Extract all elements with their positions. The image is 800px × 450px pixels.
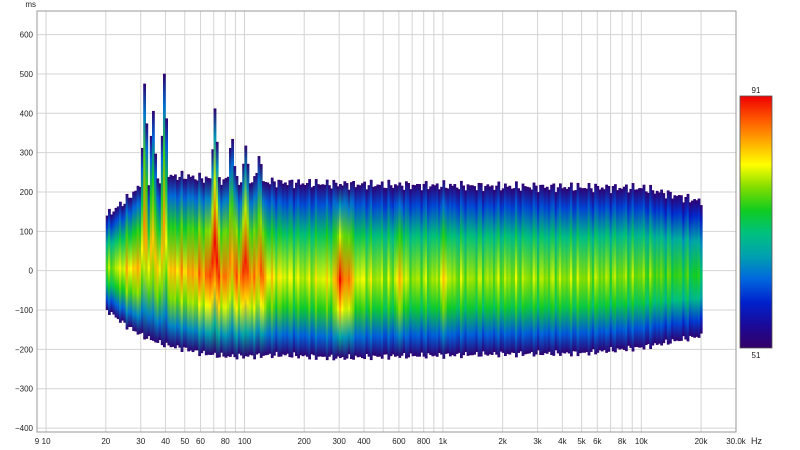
x-tick-label: 800 xyxy=(417,437,431,446)
x-tick-label: 5k xyxy=(577,437,586,446)
colorbar: 91 51 xyxy=(739,86,773,360)
y-tick-label: −200 xyxy=(15,345,34,354)
x-tick-label: 600 xyxy=(392,437,406,446)
x-tick-label: 10 xyxy=(42,437,51,446)
x-axis-ticks: 9 10 20 30 40 50 60 80 100 200 300 400 600 800 1k 2k 3k 4… xyxy=(35,437,747,446)
x-axis-unit: Hz xyxy=(751,436,762,446)
x-tick-label: 2k xyxy=(498,437,507,446)
colorbar-max-label: 91 xyxy=(752,86,761,95)
x-tick-label: 30.0k xyxy=(726,437,747,446)
x-tick-label: 6k xyxy=(593,437,602,446)
x-tick-label: 40 xyxy=(161,437,170,446)
colorbar-min-label: 51 xyxy=(752,351,761,360)
spectrogram-chart: ms Hz 600 500 400 300 200 100 0 −100 −200 −300 −40… xyxy=(15,0,773,446)
y-tick-label: 400 xyxy=(20,109,34,118)
y-tick-label: 0 xyxy=(29,267,34,276)
y-axis-ticks: 600 500 400 300 200 100 0 −100 −200 −300 −400 xyxy=(15,31,34,433)
x-tick-label: 200 xyxy=(298,437,312,446)
y-tick-label: −100 xyxy=(15,306,34,315)
y-tick-label: −400 xyxy=(15,424,34,433)
x-tick-label: 8k xyxy=(618,437,627,446)
y-tick-label: 600 xyxy=(20,31,34,40)
x-tick-label: 9 xyxy=(35,437,40,446)
x-tick-label: 80 xyxy=(221,437,230,446)
y-tick-label: 300 xyxy=(20,149,34,158)
x-tick-label: 30 xyxy=(136,437,145,446)
x-tick-label: 100 xyxy=(238,437,252,446)
x-tick-label: 20 xyxy=(101,437,110,446)
x-tick-label: 3k xyxy=(533,437,542,446)
y-tick-label: 500 xyxy=(20,70,34,79)
y-tick-label: 100 xyxy=(20,227,34,236)
heatmap-strip xyxy=(699,205,703,334)
y-axis-unit: ms xyxy=(25,0,36,9)
x-tick-label: 4k xyxy=(558,437,567,446)
y-tick-label: −300 xyxy=(15,385,34,394)
y-tick-label: 200 xyxy=(20,188,34,197)
x-tick-label: 20k xyxy=(695,437,709,446)
x-tick-label: 400 xyxy=(357,437,371,446)
x-tick-label: 10k xyxy=(635,437,649,446)
x-tick-label: 1k xyxy=(439,437,448,446)
x-tick-label: 300 xyxy=(332,437,346,446)
x-tick-label: 50 xyxy=(180,437,189,446)
x-tick-label: 60 xyxy=(196,437,205,446)
colorbar-gradient xyxy=(739,95,773,349)
heatmap-area xyxy=(105,73,703,361)
